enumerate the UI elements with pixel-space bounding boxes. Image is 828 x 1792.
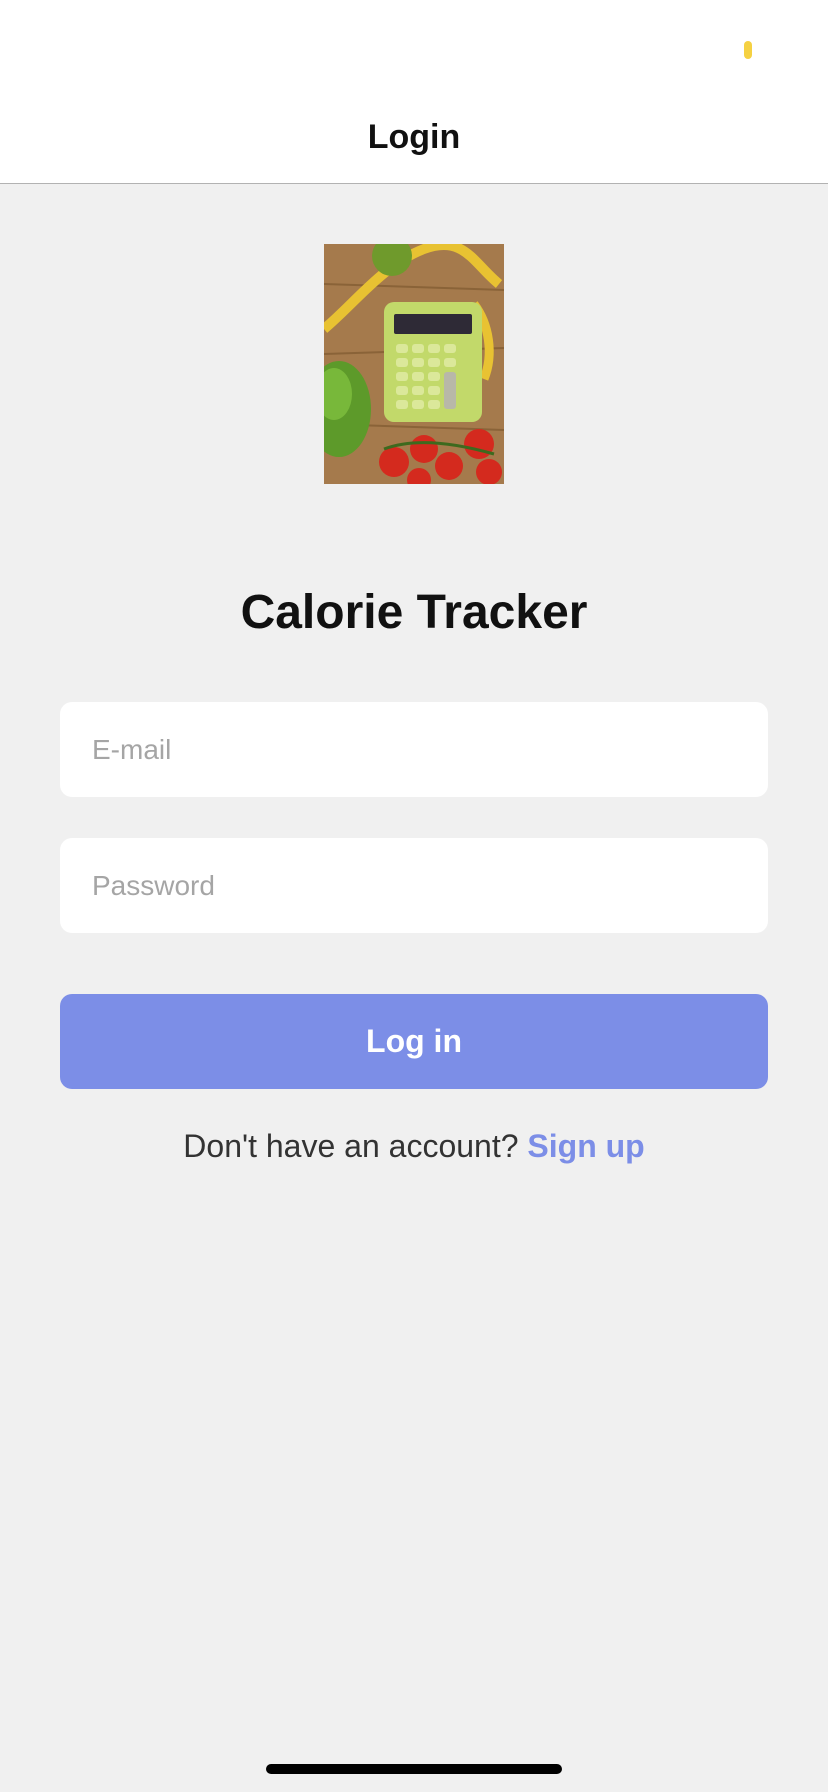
navigation-bar: Login xyxy=(0,0,828,184)
password-field[interactable] xyxy=(60,838,768,933)
signup-prompt: Don't have an account? xyxy=(183,1128,519,1164)
email-field[interactable] xyxy=(60,702,768,797)
app-logo-image xyxy=(324,244,504,484)
status-indicator xyxy=(744,41,752,59)
signup-link[interactable]: Sign up xyxy=(527,1128,644,1164)
calculator-food-illustration xyxy=(324,244,504,484)
app-title: Calorie Tracker xyxy=(240,586,588,639)
login-button[interactable]: Log in xyxy=(60,994,768,1089)
page-title: Login xyxy=(367,118,461,156)
home-indicator[interactable] xyxy=(266,1764,562,1774)
signup-row: Don't have an account? Sign up xyxy=(0,1128,828,1165)
